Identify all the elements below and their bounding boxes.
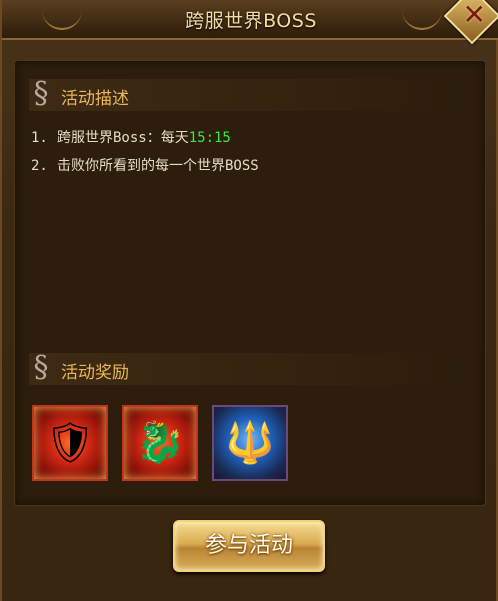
line-number: 1.	[31, 130, 48, 146]
reward-item-scepter[interactable]: 🐉	[122, 405, 198, 481]
join-activity-button[interactable]: 参与活动	[173, 520, 325, 572]
window-title: 跨服世界BOSS	[185, 10, 317, 32]
title-bar: 跨服世界BOSS	[2, 0, 498, 40]
boss-panel: 跨服世界BOSS ✕ § 活动描述 1. 跨服世界Boss：每天15:15 2. 击…	[0, 0, 498, 601]
reward-item-trident[interactable]: 🔱	[212, 405, 288, 481]
rewards-title: 活动奖励	[61, 363, 129, 383]
line-number: 2.	[31, 158, 48, 174]
content-area: § 活动描述 1. 跨服世界Boss：每天15:15 2. 击败你所看到的每一个世界…	[14, 60, 486, 506]
reward-item-shield[interactable]: 🛡	[32, 405, 108, 481]
blue-trident-icon: 🔱	[225, 420, 275, 466]
red-shield-icon: 🛡	[44, 420, 96, 466]
line-text: 击败你所看到的每一个世界BOSS	[57, 158, 259, 174]
description-line-2: 2. 击败你所看到的每一个世界BOSS	[31, 155, 259, 175]
description-header: § 活动描述	[29, 76, 459, 111]
close-icon[interactable]: ✕	[463, 0, 486, 31]
line-text: 跨服世界Boss：每天	[57, 130, 189, 146]
dragon-scepter-icon: 🐉	[135, 420, 185, 466]
description-title: 活动描述	[61, 89, 129, 109]
rewards-header: § 活动奖励	[29, 350, 459, 385]
swirl-ornament-icon: §	[33, 350, 49, 385]
description-line-1: 1. 跨服世界Boss：每天15:15	[31, 127, 231, 147]
event-time: 15:15	[188, 130, 231, 146]
swirl-ornament-icon: §	[33, 76, 49, 111]
